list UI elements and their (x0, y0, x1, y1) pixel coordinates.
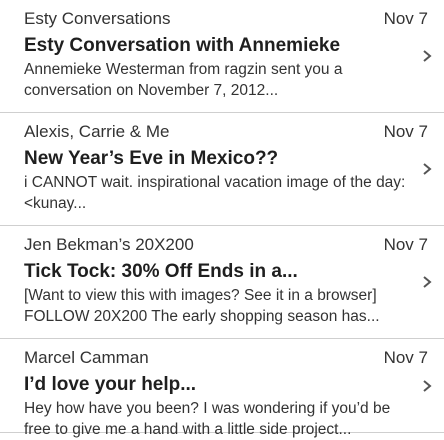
chevron-right-icon[interactable] (422, 163, 432, 175)
chevron-right-icon[interactable] (422, 379, 432, 392)
message-subject: I’d love your help... (24, 374, 197, 395)
message-preview: Annemieke Westerman from ragzin sent you… (24, 61, 343, 99)
message-sender: Jen Bekman’s 20X200 (24, 235, 194, 254)
message-preview: i CANNOT wait. inspirational vacation im… (24, 174, 406, 212)
message-list: Esty Conversations Nov 7 Esty Conversati… (0, 0, 444, 438)
message-sender: Marcel Camman (24, 348, 149, 367)
message-date: Nov 7 (383, 122, 428, 141)
message-row[interactable]: Jen Bekman’s 20X200 Nov 7 Tick Tock: 30%… (0, 226, 444, 339)
message-header: Marcel Camman Nov 7 (24, 348, 428, 372)
message-sender: Alexis, Carrie & Me (24, 122, 170, 141)
message-row[interactable]: Alexis, Carrie & Me Nov 7 New Year’s Eve… (0, 113, 444, 226)
message-date: Nov 7 (383, 235, 428, 254)
message-header: Esty Conversations Nov 7 (24, 9, 428, 33)
message-header: Jen Bekman’s 20X200 Nov 7 (24, 235, 428, 259)
chevron-right-icon[interactable] (422, 50, 432, 62)
message-row[interactable]: Marcel Camman Nov 7 I’d love your help..… (0, 339, 444, 438)
message-sender: Esty Conversations (24, 9, 171, 28)
message-preview: Hey how have you been? I was wondering i… (24, 400, 391, 438)
message-header: Alexis, Carrie & Me Nov 7 (24, 122, 428, 146)
message-row[interactable]: Esty Conversations Nov 7 Esty Conversati… (0, 0, 444, 113)
message-subject: Esty Conversation with Annemieke (24, 35, 341, 56)
message-date: Nov 7 (383, 348, 428, 367)
message-date: Nov 7 (383, 9, 428, 28)
message-subject: Tick Tock: 30% Off Ends in a... (24, 261, 298, 282)
chevron-right-icon[interactable] (422, 276, 432, 288)
message-subject: New Year’s Eve in Mexico?? (24, 148, 279, 169)
message-preview: [Want to view this with images? See it i… (24, 287, 380, 325)
